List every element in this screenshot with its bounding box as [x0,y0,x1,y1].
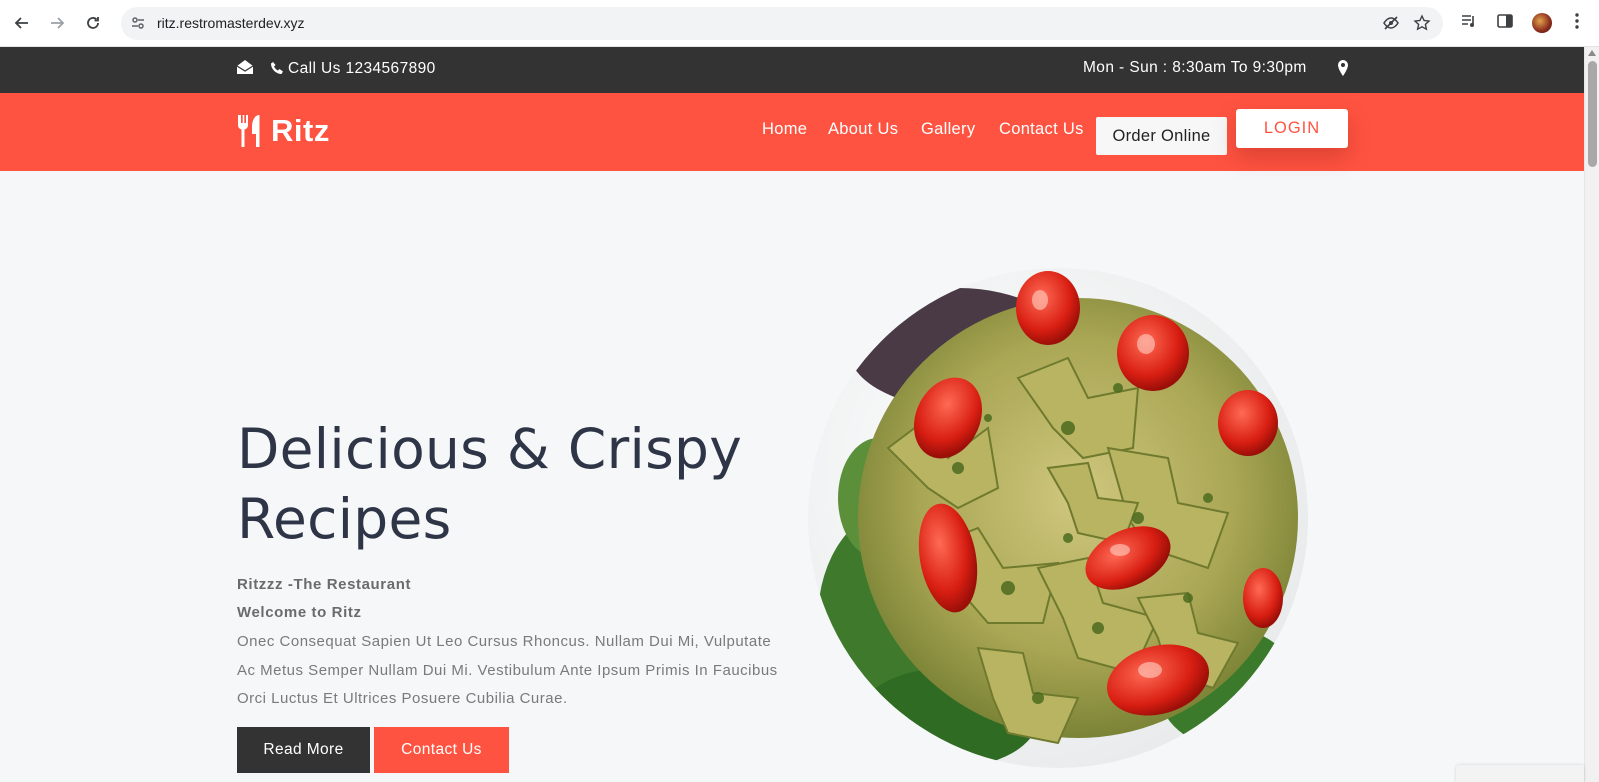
forward-arrow-icon[interactable] [45,11,69,35]
eye-off-icon[interactable] [1381,14,1401,34]
scroll-up-arrow-icon[interactable] [1588,50,1596,56]
call-us-text[interactable]: Call Us 1234567890 [288,60,436,78]
url-text[interactable]: ritz.restromasterdev.xyz [157,15,305,31]
nav-gallery[interactable]: Gallery [921,120,975,139]
media-queue-icon[interactable] [1458,12,1480,34]
map-pin-icon[interactable] [1337,60,1349,76]
browser-toolbar: ritz.restromasterdev.xyz [0,0,1599,47]
hero-tagline: Ritzzz -The Restaurant [237,576,412,593]
profile-avatar[interactable] [1532,13,1552,33]
hero-title: Delicious & Crispy Recipes [237,414,797,554]
phone-icon [271,62,283,74]
login-button[interactable]: LOGIN [1236,109,1348,148]
brand-name: Ritz [271,113,330,148]
hero-title-line-1: Delicious & Crispy [237,417,743,481]
nav-contact-us[interactable]: Contact Us [999,120,1084,139]
opening-hours: Mon - Sun : 8:30am To 9:30pm [1083,59,1307,76]
scrollbar-thumb[interactable] [1588,61,1597,167]
corner-widget [1456,765,1584,782]
read-more-button[interactable]: Read More [237,727,370,773]
site-settings-icon[interactable] [130,15,146,31]
nav-home[interactable]: Home [762,120,807,139]
top-info-bar: Call Us 1234567890 Mon - Sun : 8:30am To… [0,47,1584,93]
back-arrow-icon[interactable] [10,11,34,35]
hero-description: Onec Consequat Sapien Ut Leo Cursus Rhon… [237,633,778,707]
reload-icon[interactable] [81,11,105,35]
address-bar[interactable]: ritz.restromasterdev.xyz [121,7,1443,40]
main-navbar: Ritz Home About Us Gallery Contact Us Or… [0,93,1584,171]
nav-about-us[interactable]: About Us [828,120,898,139]
star-icon[interactable] [1412,14,1432,34]
kebab-menu-icon[interactable] [1566,12,1588,34]
order-online-button[interactable]: Order Online [1096,117,1227,155]
hero-title-line-2: Recipes [237,487,452,551]
page-scrollbar[interactable] [1584,47,1599,782]
hero-welcome: Welcome to Ritz [237,604,362,621]
envelope-open-icon[interactable] [236,59,254,75]
pasta-salad-image [808,268,1308,768]
side-panel-icon[interactable] [1494,12,1516,34]
brand-logo[interactable]: Ritz [237,113,330,149]
fork-knife-icon [238,115,260,147]
contact-us-button[interactable]: Contact Us [374,727,509,773]
